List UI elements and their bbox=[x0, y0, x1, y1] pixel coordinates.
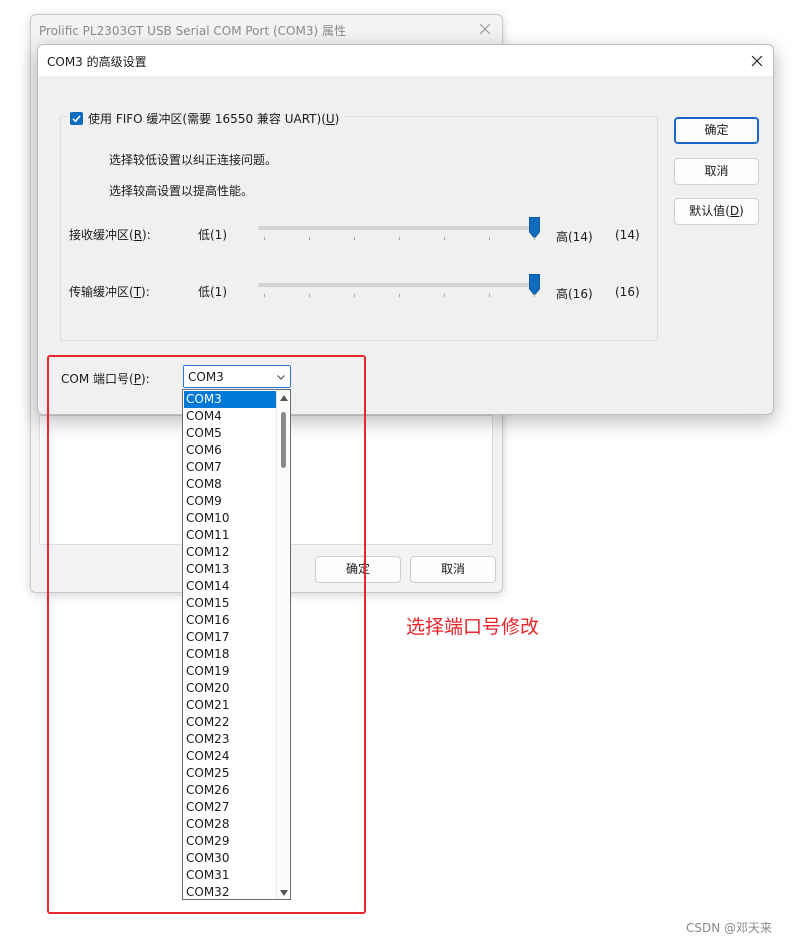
slider-tick bbox=[399, 294, 400, 297]
transmit-value-label: (16) bbox=[615, 285, 640, 299]
dialog-title: COM3 的高级设置 bbox=[47, 55, 147, 69]
fifo-checkbox-row[interactable]: 使用 FIFO 缓冲区(需要 16550 兼容 UART)(U) bbox=[68, 109, 346, 127]
slider-tick bbox=[264, 237, 265, 240]
receive-low-label: 低(1) bbox=[198, 228, 227, 242]
slider-thumb[interactable] bbox=[528, 217, 540, 239]
slider-fill bbox=[258, 284, 534, 286]
hint-high-text: 选择较高设置以提高性能。 bbox=[109, 184, 254, 198]
receive-high-label: 高(14) bbox=[556, 230, 593, 244]
slider-tick bbox=[354, 237, 355, 240]
transmit-low-label: 低(1) bbox=[198, 285, 227, 299]
receive-buffer-slider[interactable] bbox=[258, 217, 540, 243]
checkmark-icon bbox=[72, 114, 81, 122]
slider-tick bbox=[534, 237, 535, 240]
slider-tick bbox=[309, 237, 310, 240]
watermark: CSDN @邓天来 bbox=[686, 921, 773, 935]
transmit-buffer-label: 传输缓冲区(T): bbox=[69, 285, 150, 299]
close-icon[interactable] bbox=[747, 51, 767, 71]
close-icon[interactable] bbox=[476, 20, 494, 38]
slider-tick bbox=[489, 237, 490, 240]
slider-tick bbox=[534, 294, 535, 297]
default-button[interactable]: 默认值(D) bbox=[674, 198, 759, 225]
annotation-highlight-box bbox=[47, 355, 366, 914]
transmit-buffer-slider[interactable] bbox=[258, 274, 540, 300]
annotation-text: 选择端口号修改 bbox=[406, 616, 540, 638]
slider-tick bbox=[489, 294, 490, 297]
slider-tick bbox=[264, 294, 265, 297]
slider-tick bbox=[444, 294, 445, 297]
dialog-titlebar: COM3 的高级设置 bbox=[38, 45, 773, 76]
slider-thumb[interactable] bbox=[528, 274, 540, 296]
hint-low-text: 选择较低设置以纠正连接问题。 bbox=[109, 153, 278, 167]
properties-window-title: Prolific PL2303GT USB Serial COM Port (C… bbox=[39, 24, 346, 38]
slider-tick bbox=[309, 294, 310, 297]
transmit-high-label: 高(16) bbox=[556, 287, 593, 301]
ok-button[interactable]: 确定 bbox=[674, 117, 759, 144]
properties-cancel-button[interactable]: 取消 bbox=[410, 556, 496, 583]
slider-fill bbox=[258, 227, 534, 229]
cancel-button[interactable]: 取消 bbox=[674, 158, 759, 185]
fifo-checkbox-label: 使用 FIFO 缓冲区(需要 16550 兼容 UART)(U) bbox=[88, 111, 340, 126]
fifo-checkbox[interactable] bbox=[70, 111, 83, 125]
receive-value-label: (14) bbox=[615, 228, 640, 242]
slider-tick bbox=[354, 294, 355, 297]
properties-titlebar: Prolific PL2303GT USB Serial COM Port (C… bbox=[31, 15, 502, 45]
slider-tick bbox=[399, 237, 400, 240]
receive-buffer-label: 接收缓冲区(R): bbox=[69, 228, 151, 242]
slider-tick bbox=[444, 237, 445, 240]
